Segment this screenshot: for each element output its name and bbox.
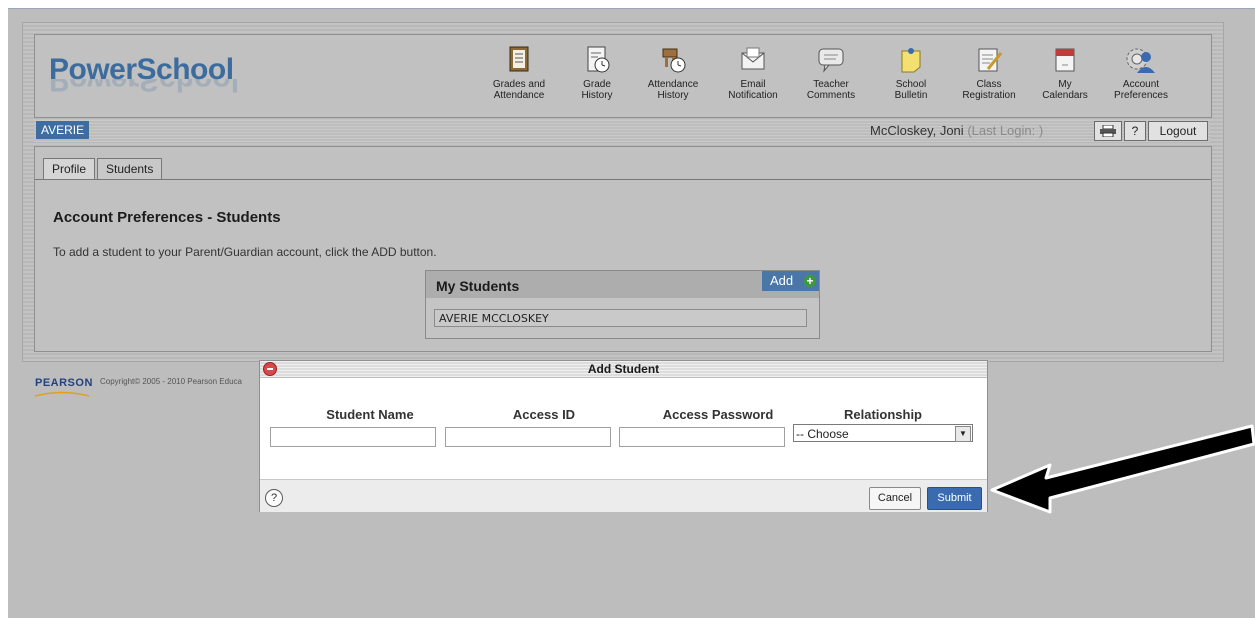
relationship-select[interactable]: -- Choose ▼ xyxy=(793,424,973,442)
tab-profile[interactable]: Profile xyxy=(43,158,96,180)
pearson-logo: PEARSON xyxy=(35,377,93,389)
nav-label: Attendance xyxy=(493,90,545,101)
nav-label: Class xyxy=(976,79,1002,90)
header: PowerSchool PowerSchool Grades and Atten… xyxy=(34,34,1212,118)
calendar-icon xyxy=(1055,48,1075,72)
access-password-input[interactable] xyxy=(619,427,785,447)
nav-school-bulletin[interactable]: School Bulletin xyxy=(873,41,949,101)
attendance-history-icon xyxy=(662,48,686,73)
pencil-note-icon xyxy=(978,48,1003,72)
tab-bar: Profile Students xyxy=(43,158,164,180)
my-students-header: My Students Add + xyxy=(426,271,819,298)
student-name-input[interactable] xyxy=(270,427,436,447)
copyright-text: Copyright© 2005 - 2010 Pearson Educa xyxy=(100,377,242,386)
student-selector-tab[interactable]: AVERIE xyxy=(36,121,90,139)
my-students-panel: My Students Add + AVERIE MCCLOSKEY xyxy=(425,270,820,339)
top-border xyxy=(0,0,1255,9)
nav-grade-history[interactable]: Grade History xyxy=(559,41,635,101)
page-title: Account Preferences - Students xyxy=(53,209,281,226)
grade-history-icon xyxy=(587,46,610,73)
content-area: Profile Students Account Preferences - S… xyxy=(34,146,1212,352)
nav-account-preferences[interactable]: Account Preferences xyxy=(1103,41,1179,101)
nav-label: Preferences xyxy=(1114,90,1168,101)
access-password-label: Access Password xyxy=(662,407,774,422)
nav-label: Comments xyxy=(806,90,856,101)
sticky-note-icon xyxy=(901,48,921,73)
annotation-arrow-icon xyxy=(990,424,1255,514)
nav-email-notification[interactable]: Email Notification xyxy=(715,41,791,101)
submit-button[interactable]: Submit xyxy=(927,487,982,510)
student-name-label: Student Name xyxy=(326,407,414,422)
nav-label: Notification xyxy=(728,90,778,101)
nav-label: Calendars xyxy=(1042,90,1088,101)
tab-divider xyxy=(35,179,1211,180)
last-login: (Last Login: ) xyxy=(967,123,1044,138)
nav-label: Account xyxy=(1122,79,1160,90)
student-row[interactable]: AVERIE MCCLOSKEY xyxy=(434,309,807,327)
dialog-title: Add Student xyxy=(587,362,660,376)
instruction-text: To add a student to your Parent/Guardian… xyxy=(53,245,437,259)
cancel-button[interactable]: Cancel xyxy=(869,487,921,510)
chevron-down-icon[interactable]: ▼ xyxy=(955,426,971,442)
left-strip xyxy=(0,8,8,618)
nav-label: School xyxy=(895,79,927,90)
nav-label: Teacher xyxy=(813,79,849,90)
relationship-selected-value: -- Choose xyxy=(796,427,849,441)
nav-label: Grade xyxy=(583,79,611,90)
dialog-help-button[interactable]: ? xyxy=(265,489,283,507)
nav-attendance-history[interactable]: Attendance History xyxy=(635,41,711,101)
logout-button[interactable]: Logout xyxy=(1148,121,1208,141)
printer-icon xyxy=(1100,125,1116,137)
access-id-input[interactable] xyxy=(445,427,611,447)
gradebook-icon xyxy=(509,46,529,72)
tab-students[interactable]: Students xyxy=(97,158,163,180)
envelope-icon xyxy=(741,47,765,70)
dialog-titlebar: Add Student xyxy=(260,361,987,378)
dialog-footer: ? Cancel Submit xyxy=(260,479,987,512)
user-bar: AVERIE McCloskey, Joni (Last Login: ) ? … xyxy=(34,120,1210,142)
pearson-swoosh-icon xyxy=(34,391,90,397)
nav-label: My xyxy=(1058,79,1072,90)
print-button[interactable] xyxy=(1094,121,1122,141)
add-student-button[interactable]: Add + xyxy=(762,271,819,291)
nav-label: History xyxy=(581,90,613,101)
plus-icon: + xyxy=(804,275,816,287)
nav-label: History xyxy=(657,90,689,101)
access-id-label: Access ID xyxy=(512,407,576,422)
add-student-dialog: Add Student Student Name Access ID Acces… xyxy=(259,360,988,512)
account-gear-icon xyxy=(1126,48,1155,73)
nav-my-calendars[interactable]: My Calendars xyxy=(1027,41,1103,101)
nav-label: Grades and xyxy=(492,79,546,90)
user-name: McCloskey, Joni xyxy=(870,123,964,138)
nav-label: Email xyxy=(740,79,766,90)
nav-label: Bulletin xyxy=(894,90,928,101)
speech-bubble-icon xyxy=(818,48,844,73)
relationship-label: Relationship xyxy=(843,407,922,422)
user-info: McCloskey, Joni (Last Login: ) xyxy=(870,123,1043,138)
nav-grades-and-attendance[interactable]: Grades and Attendance xyxy=(481,41,557,101)
nav-class-registration[interactable]: Class Registration xyxy=(951,41,1027,101)
add-label: Add xyxy=(770,273,794,288)
nav-teacher-comments[interactable]: Teacher Comments xyxy=(793,41,869,101)
nav-label: Registration xyxy=(962,90,1016,101)
logo-reflection: PowerSchool xyxy=(49,79,239,95)
help-button[interactable]: ? xyxy=(1124,121,1146,141)
nav-label: Attendance xyxy=(647,79,699,90)
my-students-title: My Students xyxy=(436,278,520,294)
